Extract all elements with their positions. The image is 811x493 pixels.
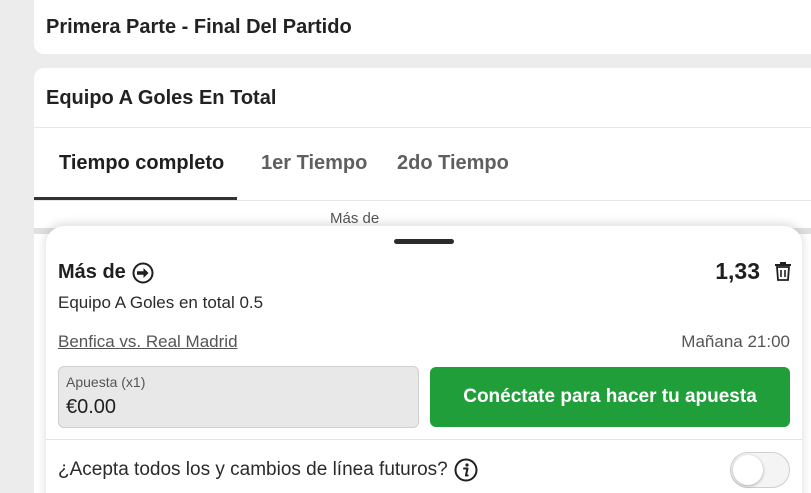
column-header-over: Más de	[330, 210, 380, 227]
page: Primera Parte - Final Del Partido Equipo…	[0, 0, 811, 493]
accept-changes-toggle[interactable]	[730, 452, 790, 488]
arrow-right-circle-icon	[132, 262, 154, 284]
selection-header: Más de	[58, 261, 154, 284]
stake-label: Apuesta (x1)	[66, 374, 146, 390]
event-time: Mañana 21:00	[681, 332, 790, 351]
stake-value[interactable]: €0.00	[66, 396, 116, 419]
toggle-knob	[733, 455, 763, 485]
tab-second-half[interactable]: 2do Tiempo	[397, 152, 509, 175]
accept-changes-label: ¿Acepta todos los y cambios de línea fut…	[58, 459, 448, 480]
selection-label: Más de	[58, 261, 126, 283]
divider	[34, 200, 811, 201]
login-to-bet-button[interactable]: Conéctate para hacer tu apuesta	[430, 367, 790, 427]
sheet-drag-handle[interactable]	[394, 239, 454, 244]
trash-icon[interactable]	[774, 261, 792, 281]
event-link[interactable]: Benfica vs. Real Madrid	[58, 332, 238, 352]
tab-first-half[interactable]: 1er Tiempo	[261, 152, 367, 175]
stake-input[interactable]: Apuesta (x1) €0.00	[58, 366, 419, 428]
period-tabs: Tiempo completo 1er Tiempo 2do Tiempo	[34, 128, 811, 200]
market-description: Equipo A Goles en total 0.5	[58, 293, 264, 312]
market-title[interactable]: Primera Parte - Final Del Partido	[46, 16, 352, 39]
market-card-first-half-full-time[interactable]: Primera Parte - Final Del Partido	[34, 0, 811, 54]
betslip-sheet: Más de 1,33 Equipo A Goles en total 0.5 …	[46, 226, 802, 493]
tab-full-time[interactable]: Tiempo completo	[59, 152, 224, 175]
selection-odds: 1,33	[715, 258, 760, 284]
market-title[interactable]: Equipo A Goles En Total	[46, 87, 276, 110]
info-icon[interactable]	[454, 458, 478, 482]
divider	[46, 439, 802, 440]
accept-changes-row: ¿Acepta todos los y cambios de línea fut…	[58, 458, 478, 482]
